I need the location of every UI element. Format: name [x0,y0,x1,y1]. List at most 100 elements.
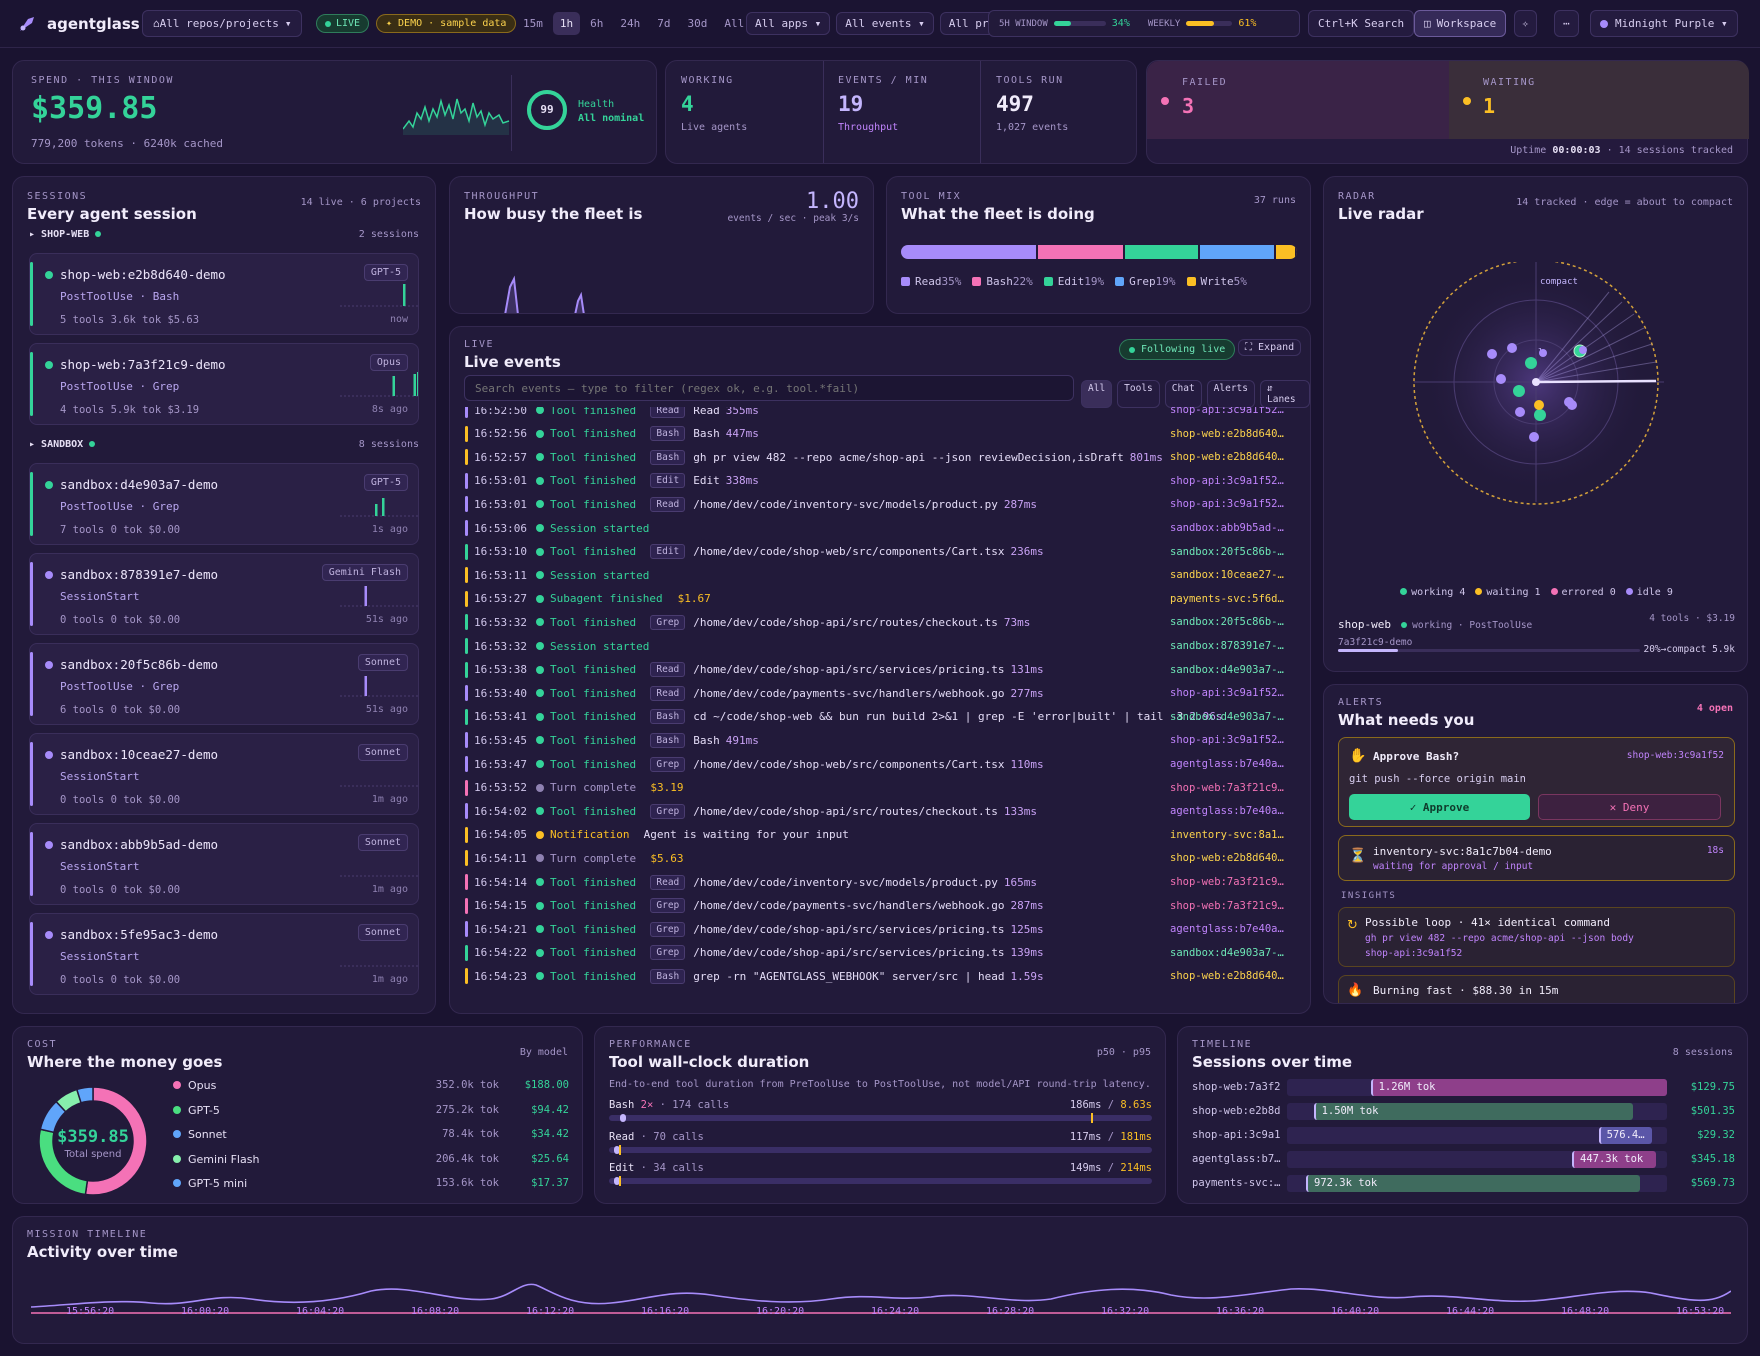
range-7d[interactable]: 7d [650,12,677,35]
approve-button[interactable]: ✓ Approve [1349,794,1530,820]
event-row[interactable]: 16:53:47 Tool finished Grep/home/dev/code/… [465,753,1284,775]
range-30d[interactable]: 30d [681,12,715,35]
session-card[interactable]: sandbox:d4e903a7-demo GPT-5 PostToolUse · … [29,463,419,545]
cost-row[interactable]: GPT-5 mini 153.6k tok $17.37 [173,1177,569,1202]
event-row[interactable]: 16:54:21 Tool finished Grep/home/dev/code/… [465,918,1284,940]
range-24h[interactable]: 24h [613,12,647,35]
event-session[interactable]: shop-web:7a3f21c9… [1170,900,1284,912]
range-6h[interactable]: 6h [583,12,610,35]
cost-row[interactable]: GPT-5 275.2k tok $94.42 [173,1104,569,1129]
event-row[interactable]: 16:54:22 Tool finished Grep/home/dev/code/… [465,942,1284,964]
event-row[interactable]: 16:52:50 Tool finished Read Read 355ms shop-a… [465,407,1284,421]
event-row[interactable]: 16:53:45 Tool finished Bash Bash 491ms shop-a… [465,729,1284,751]
event-session[interactable]: sandbox:d4e903a7-… [1170,664,1284,676]
event-session[interactable]: agentglass:b7e40a… [1170,923,1284,935]
event-session[interactable]: inventory-svc:8a1… [1170,829,1284,841]
event-session[interactable]: sandbox:d4e903a7-… [1170,947,1284,959]
failed-kpi[interactable]: FAILED 3 [1147,61,1449,139]
event-filter-1[interactable]: Tools [1117,380,1160,408]
event-row[interactable]: 16:53:38 Tool finished Read/home/dev/code/… [465,659,1284,681]
event-session[interactable]: shop-api:3c9a1f52… [1170,687,1284,699]
session-card[interactable]: sandbox:10ceae27-demo Sonnet SessionStart 0… [29,733,419,815]
brand[interactable]: agentglass [16,10,140,37]
deny-button[interactable]: ✕ Deny [1538,794,1721,820]
event-session[interactable]: shop-api:3c9a1f52… [1170,475,1284,487]
waiting-session-card[interactable]: ⏳ inventory-svc:8a1c7b04-demo waiting fo… [1338,835,1735,881]
project-scope-select[interactable]: ⌂ All repos/projects ▾ [142,10,303,37]
expand-button[interactable]: ⛶ Expand [1238,339,1302,356]
event-row[interactable]: 16:53:01 Tool finished Edit Edit 338ms shop-a… [465,470,1284,492]
perf-row[interactable]: Bash 2× · 174 calls 186ms / 8.63s [609,1099,1152,1131]
event-session[interactable]: shop-api:3c9a1f52… [1170,407,1284,416]
more-button[interactable]: ⋯ [1554,10,1579,37]
event-session[interactable]: sandbox:20f5c86b-… [1170,616,1284,628]
event-session[interactable]: shop-api:3c9a1f52… [1170,498,1284,510]
session-card[interactable]: sandbox:5fe95ac3-demo Sonnet SessionStart 0… [29,913,419,995]
event-session[interactable]: shop-web:7a3f21c9… [1170,782,1284,794]
radar-selected-session[interactable]: shop-web working · PostToolUse 4 tools ·… [1338,613,1735,663]
event-session[interactable]: shop-web:e2b8d640… [1170,970,1284,982]
event-row[interactable]: 16:54:14 Tool finished Read/home/dev/code/… [465,871,1284,893]
sparkle-button[interactable]: ✧ [1514,10,1537,37]
session-card[interactable]: shop-web:7a3f21c9-demo Opus PostToolUse · … [29,343,419,425]
filter-select-1[interactable]: All events ▾ [836,12,934,35]
event-row[interactable]: 16:53:52 Turn complete $3.19 shop-web:7a3f2… [465,777,1284,799]
session-card[interactable]: shop-web:e2b8d640-demo GPT-5 PostToolUse ·… [29,253,419,335]
event-row[interactable]: 16:52:57 Tool finished Bash gh pr view 482 … [465,446,1284,468]
event-session[interactable]: agentglass:b7e40a… [1170,758,1284,770]
event-row[interactable]: 16:53:10 Tool finished Edit/home/dev/code/… [465,541,1284,563]
event-session[interactable]: sandbox:20f5c86b-… [1170,546,1284,558]
following-live-toggle[interactable]: Following live [1119,339,1236,360]
event-row[interactable]: 16:54:23 Tool finished Bash grep -rn "AGENT… [465,965,1284,987]
event-search-input[interactable] [464,375,1074,401]
timeline-row[interactable]: shop-web:7a3f2 1.26M tok $129.75 [1192,1077,1735,1101]
session-group-header[interactable]: ▸ SANDBOX 8 sessions [29,439,419,455]
cost-row[interactable]: Sonnet 78.4k tok $34.42 [173,1128,569,1153]
perf-row[interactable]: Read · 70 calls 117ms / 181ms [609,1131,1152,1163]
range-15m[interactable]: 15m [516,12,550,35]
event-session[interactable]: shop-web:7a3f21c9… [1170,876,1284,888]
event-row[interactable]: 16:53:01 Tool finished Read/home/dev/code/… [465,493,1284,515]
cost-row[interactable]: Opus 352.0k tok $188.00 [173,1079,569,1104]
burn-insight-card[interactable]: 🔥 Burning fast · $88.30 in 15m [1338,975,1735,1003]
event-session[interactable]: shop-web:e2b8d640… [1170,428,1284,440]
cost-row[interactable]: Gemini Flash 206.4k tok $25.64 [173,1153,569,1178]
waiting-kpi[interactable]: WAITING 1 [1449,61,1749,139]
range-1h[interactable]: 1h [552,12,581,35]
filter-select-0[interactable]: All apps ▾ [746,12,831,35]
session-card[interactable]: sandbox:20f5c86b-demo Sonnet PostToolUse ·… [29,643,419,725]
event-row[interactable]: 16:54:11 Turn complete $5.63 shop-web:e2b8d… [465,847,1284,869]
event-row[interactable]: 16:54:02 Tool finished Grep/home/dev/code/… [465,800,1284,822]
event-row[interactable]: 16:52:56 Tool finished Bash Bash 447ms shop-w… [465,423,1284,445]
event-row[interactable]: 16:53:40 Tool finished Read/home/dev/code/… [465,682,1284,704]
search-button[interactable]: Ctrl+K Search [1308,10,1415,37]
event-row[interactable]: 16:53:27 Subagent finished $1.67 payments-s… [465,588,1284,610]
event-session[interactable]: sandbox:878391e7-… [1170,640,1284,652]
event-row[interactable]: 16:53:11 Session started sandbox:10ceae27-… [465,564,1284,586]
event-session[interactable]: shop-api:3c9a1f52… [1170,734,1284,746]
session-group-header[interactable]: ▸ SHOP-WEB 2 sessions [29,229,419,245]
event-session[interactable]: agentglass:b7e40a… [1170,805,1284,817]
event-session[interactable]: shop-web:e2b8d640… [1170,451,1284,463]
session-card[interactable]: sandbox:abb9b5ad-demo Sonnet SessionStart 0… [29,823,419,905]
loop-insight-card[interactable]: ↻ Possible loop · 41× identical command … [1338,907,1735,967]
event-row[interactable]: 16:54:15 Tool finished Grep/home/dev/code/… [465,895,1284,917]
event-filter-3[interactable]: Alerts [1206,380,1255,408]
theme-select[interactable]: Midnight Purple ▾ [1590,10,1738,37]
event-session[interactable]: shop-web:e2b8d640… [1170,852,1284,864]
event-row[interactable]: 16:53:32 Session started sandbox:878391e7-… [465,635,1284,657]
timeline-row[interactable]: shop-web:e2b8d 1.50M tok $501.35 [1192,1101,1735,1125]
event-session[interactable]: sandbox:10ceae27-… [1170,569,1284,581]
timeline-row[interactable]: payments-svc:… 972.3k tok $569.73 [1192,1173,1735,1197]
event-filter-2[interactable]: Chat [1164,380,1202,408]
event-session[interactable]: sandbox:d4e903a7-… [1170,711,1284,723]
event-filter-0[interactable]: All [1081,380,1113,408]
workspace-button[interactable]: ◫ Workspace [1414,10,1507,37]
perf-row[interactable]: Edit · 34 calls 149ms / 214ms [609,1162,1152,1194]
event-session[interactable]: payments-svc:5f6d… [1170,593,1284,605]
event-row[interactable]: 16:53:06 Session started sandbox:abb9b5ad-… [465,517,1284,539]
session-card[interactable]: sandbox:878391e7-demo Gemini Flash Session… [29,553,419,635]
timeline-row[interactable]: agentglass:b7… 447.3k tok $345.18 [1192,1149,1735,1173]
event-row[interactable]: 16:54:05 Notification Agent is waiting for… [465,824,1284,846]
event-row[interactable]: 16:53:41 Tool finished Bash cd ~/code/shop-… [465,706,1284,728]
